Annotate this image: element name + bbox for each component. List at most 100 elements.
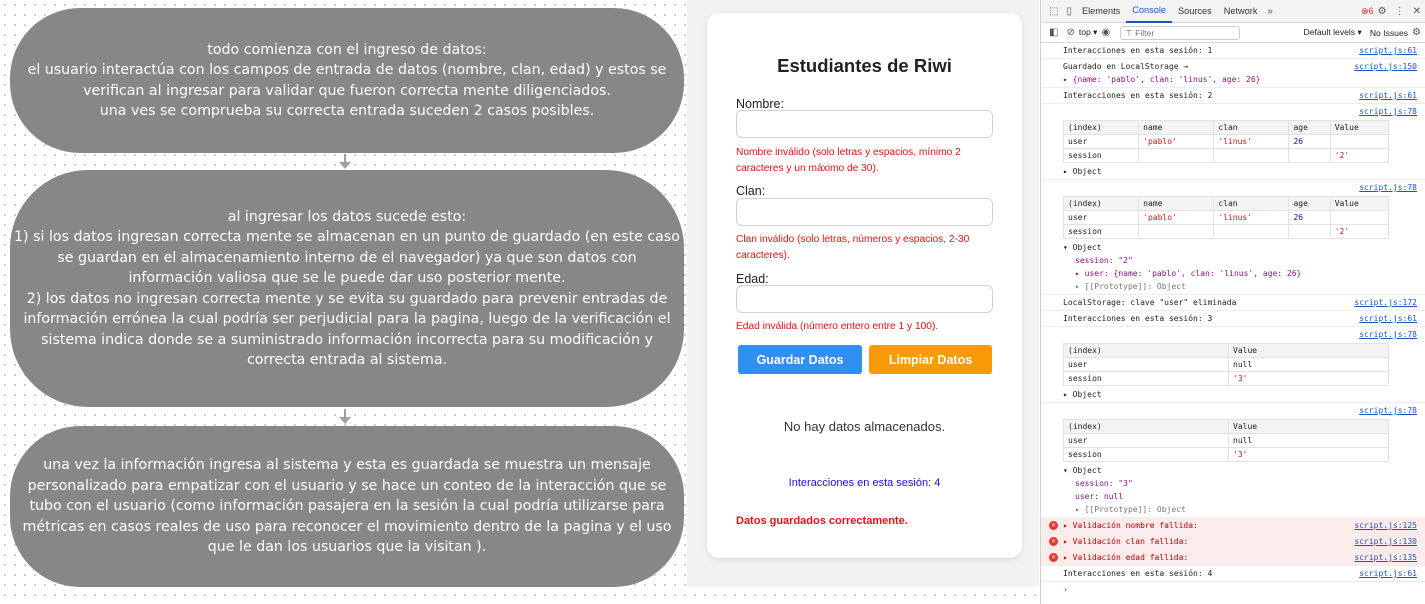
more-options-icon[interactable]: ⋮ xyxy=(1391,6,1409,17)
source-link[interactable]: script.js:61 xyxy=(1359,312,1417,325)
table-row: user null xyxy=(1063,433,1389,448)
log-levels-label: Default levels xyxy=(1303,27,1356,37)
object-prototype[interactable]: ▸ [[Prototype]]: Object xyxy=(1063,280,1425,293)
object-toggle[interactable]: ▸ Object xyxy=(1063,165,1425,178)
console-table-entry: script.js:78 (index) name clan age Value… xyxy=(1041,104,1425,180)
flow-step-validation: al ingresar los datos sucede esto: 1) si… xyxy=(10,170,684,407)
browser-viewport: Estudiantes de Riwi Nombre: Nombre invál… xyxy=(687,0,1039,587)
console-table: (index) name clan age Value user 'pablo'… xyxy=(1062,120,1390,163)
table-header: (index) xyxy=(1062,120,1140,135)
object-property[interactable]: ▸ user: {name: 'pablo', clan: 'linus', a… xyxy=(1063,267,1425,280)
console-log-entry: Interacciones en esta sesión: 1 script.j… xyxy=(1041,43,1425,59)
clan-input[interactable] xyxy=(736,198,993,226)
student-form-card: Estudiantes de Riwi Nombre: Nombre invál… xyxy=(707,13,1022,558)
console-table-entry: script.js:78 (index) name clan age Value… xyxy=(1041,180,1425,295)
more-tabs-icon[interactable]: » xyxy=(1263,6,1277,17)
source-link[interactable]: script.js:78 xyxy=(1359,181,1417,194)
error-icon: × xyxy=(1049,537,1058,546)
tab-sources[interactable]: Sources xyxy=(1172,0,1218,23)
source-link[interactable]: script.js:78 xyxy=(1359,105,1417,118)
error-icon: × xyxy=(1049,553,1058,562)
log-object-preview[interactable]: ▸ {name: 'pablo', clan: 'linus', age: 26… xyxy=(1063,73,1425,86)
flow-arrow-down-icon xyxy=(338,409,352,425)
table-header: Value xyxy=(1329,120,1390,135)
devtools-panel: ⬚ ▯ Elements Console Sources Network » ⊗… xyxy=(1040,0,1425,604)
clear-data-button[interactable]: Limpiar Datos xyxy=(869,345,992,374)
flow-step-feedback-text: una vez la información ingresa al sistem… xyxy=(22,457,672,556)
source-link[interactable]: script.js:135 xyxy=(1354,551,1417,564)
console-log-entry: Guardado en LocalStorage → script.js:150… xyxy=(1041,59,1425,88)
console-table-entry: script.js:78 (index) Value user null ses… xyxy=(1041,327,1425,403)
source-link[interactable]: script.js:130 xyxy=(1354,535,1417,548)
age-label: Edad: xyxy=(736,272,769,286)
log-text[interactable]: ▸ Validación clan fallida: xyxy=(1063,537,1188,546)
settings-gear-icon[interactable]: ⚙ xyxy=(1374,6,1391,17)
object-prototype[interactable]: ▸ [[Prototype]]: Object xyxy=(1063,503,1425,516)
log-text: Interacciones en esta sesión: 3 xyxy=(1063,314,1213,323)
issues-indicator[interactable]: No Issues xyxy=(1370,28,1408,38)
source-link[interactable]: script.js:78 xyxy=(1359,404,1417,417)
stored-data-message: No hay datos almacenados. xyxy=(783,419,946,434)
log-text: Interacciones en esta sesión: 2 xyxy=(1063,91,1213,100)
source-link[interactable]: script.js:61 xyxy=(1359,44,1417,57)
saved-status-message: Datos guardados correctamente. xyxy=(736,515,908,527)
console-filter-input[interactable]: ⊤ Filter xyxy=(1120,25,1241,40)
save-data-button[interactable]: Guardar Datos xyxy=(738,345,862,374)
filter-placeholder: Filter xyxy=(1135,27,1155,38)
tab-network[interactable]: Network xyxy=(1218,0,1264,23)
flow-step-feedback: una vez la información ingresa al sistem… xyxy=(10,426,684,587)
source-link[interactable]: script.js:172 xyxy=(1354,296,1417,309)
table-row: session '2' xyxy=(1062,224,1390,239)
clear-console-icon[interactable]: ⊘ xyxy=(1062,27,1078,38)
name-input[interactable] xyxy=(736,110,993,138)
source-link[interactable]: script.js:61 xyxy=(1359,567,1417,580)
log-text: Interacciones en esta sesión: 1 xyxy=(1063,46,1213,55)
console-table: (index) Value user null session '3' xyxy=(1063,419,1389,462)
flow-step-validation-text: al ingresar los datos sucede esto: 1) si… xyxy=(14,208,680,369)
log-text[interactable]: ▸ Validación nombre fallida: xyxy=(1063,521,1198,530)
console-settings-icon[interactable]: ⚙ xyxy=(1408,27,1425,38)
source-link[interactable]: script.js:78 xyxy=(1359,328,1417,341)
console-table-entry: script.js:78 (index) Value user null ses… xyxy=(1041,403,1425,518)
log-text[interactable]: ▸ Validación edad fallida: xyxy=(1063,553,1188,562)
object-toggle[interactable]: ▸ Object xyxy=(1063,388,1425,401)
console-prompt[interactable]: › xyxy=(1041,582,1425,597)
table-header: age xyxy=(1288,120,1331,135)
error-icon: × xyxy=(1049,521,1058,530)
object-toggle[interactable]: ▾ Object xyxy=(1063,241,1425,254)
flow-step-input: todo comienza con el ingreso de datos: e… xyxy=(10,8,684,153)
object-toggle[interactable]: ▾ Object xyxy=(1063,464,1425,477)
console-output: Interacciones en esta sesión: 1 script.j… xyxy=(1041,43,1425,597)
session-interactions-counter: Interacciones en esta sesión: 4 xyxy=(788,477,941,489)
age-input[interactable] xyxy=(736,285,993,313)
sidebar-toggle-icon[interactable]: ◧ xyxy=(1045,27,1062,38)
page-title: Estudiantes de Riwi xyxy=(777,55,952,76)
console-log-entry: LocalStorage: clave "user" eliminada scr… xyxy=(1041,295,1425,311)
console-table: (index) Value user null session '3' xyxy=(1063,343,1389,386)
context-selector[interactable]: top ▾ xyxy=(1079,27,1098,38)
live-expression-eye-icon[interactable]: ◉ xyxy=(1098,27,1115,38)
close-icon[interactable]: ✕ xyxy=(1409,6,1425,17)
source-link[interactable]: script.js:125 xyxy=(1354,519,1417,532)
source-link[interactable]: script.js:150 xyxy=(1354,60,1417,73)
age-error: Edad inválida (número entero entre 1 y 1… xyxy=(736,321,939,332)
console-error-entry: × ▸ Validación nombre fallida: script.js… xyxy=(1041,518,1425,534)
flow-arrow-down-icon xyxy=(338,154,352,170)
flow-step-input-text: todo comienza con el ingreso de datos: e… xyxy=(27,41,667,120)
context-label: top xyxy=(1078,27,1091,37)
tab-console[interactable]: Console xyxy=(1126,0,1172,23)
inspect-element-icon[interactable]: ⬚ xyxy=(1045,6,1062,17)
tab-elements[interactable]: Elements xyxy=(1076,0,1126,23)
console-error-entry: × ▸ Validación clan fallida: script.js:1… xyxy=(1041,534,1425,550)
log-levels-dropdown[interactable]: Default levels ▾ xyxy=(1304,27,1362,38)
table-header: clan xyxy=(1213,120,1290,135)
object-property: session: "3" xyxy=(1075,479,1133,488)
object-property: session: "2" xyxy=(1075,256,1133,265)
device-toolbar-icon[interactable]: ▯ xyxy=(1062,6,1076,17)
source-link[interactable]: script.js:61 xyxy=(1359,89,1417,102)
console-log-entry: Interacciones en esta sesión: 3 script.j… xyxy=(1041,311,1425,327)
object-property: user: null xyxy=(1075,492,1124,501)
table-row: session '3' xyxy=(1063,447,1389,462)
table-row: session '3' xyxy=(1063,371,1389,386)
error-count-badge[interactable]: ⊗6 xyxy=(1361,6,1374,17)
